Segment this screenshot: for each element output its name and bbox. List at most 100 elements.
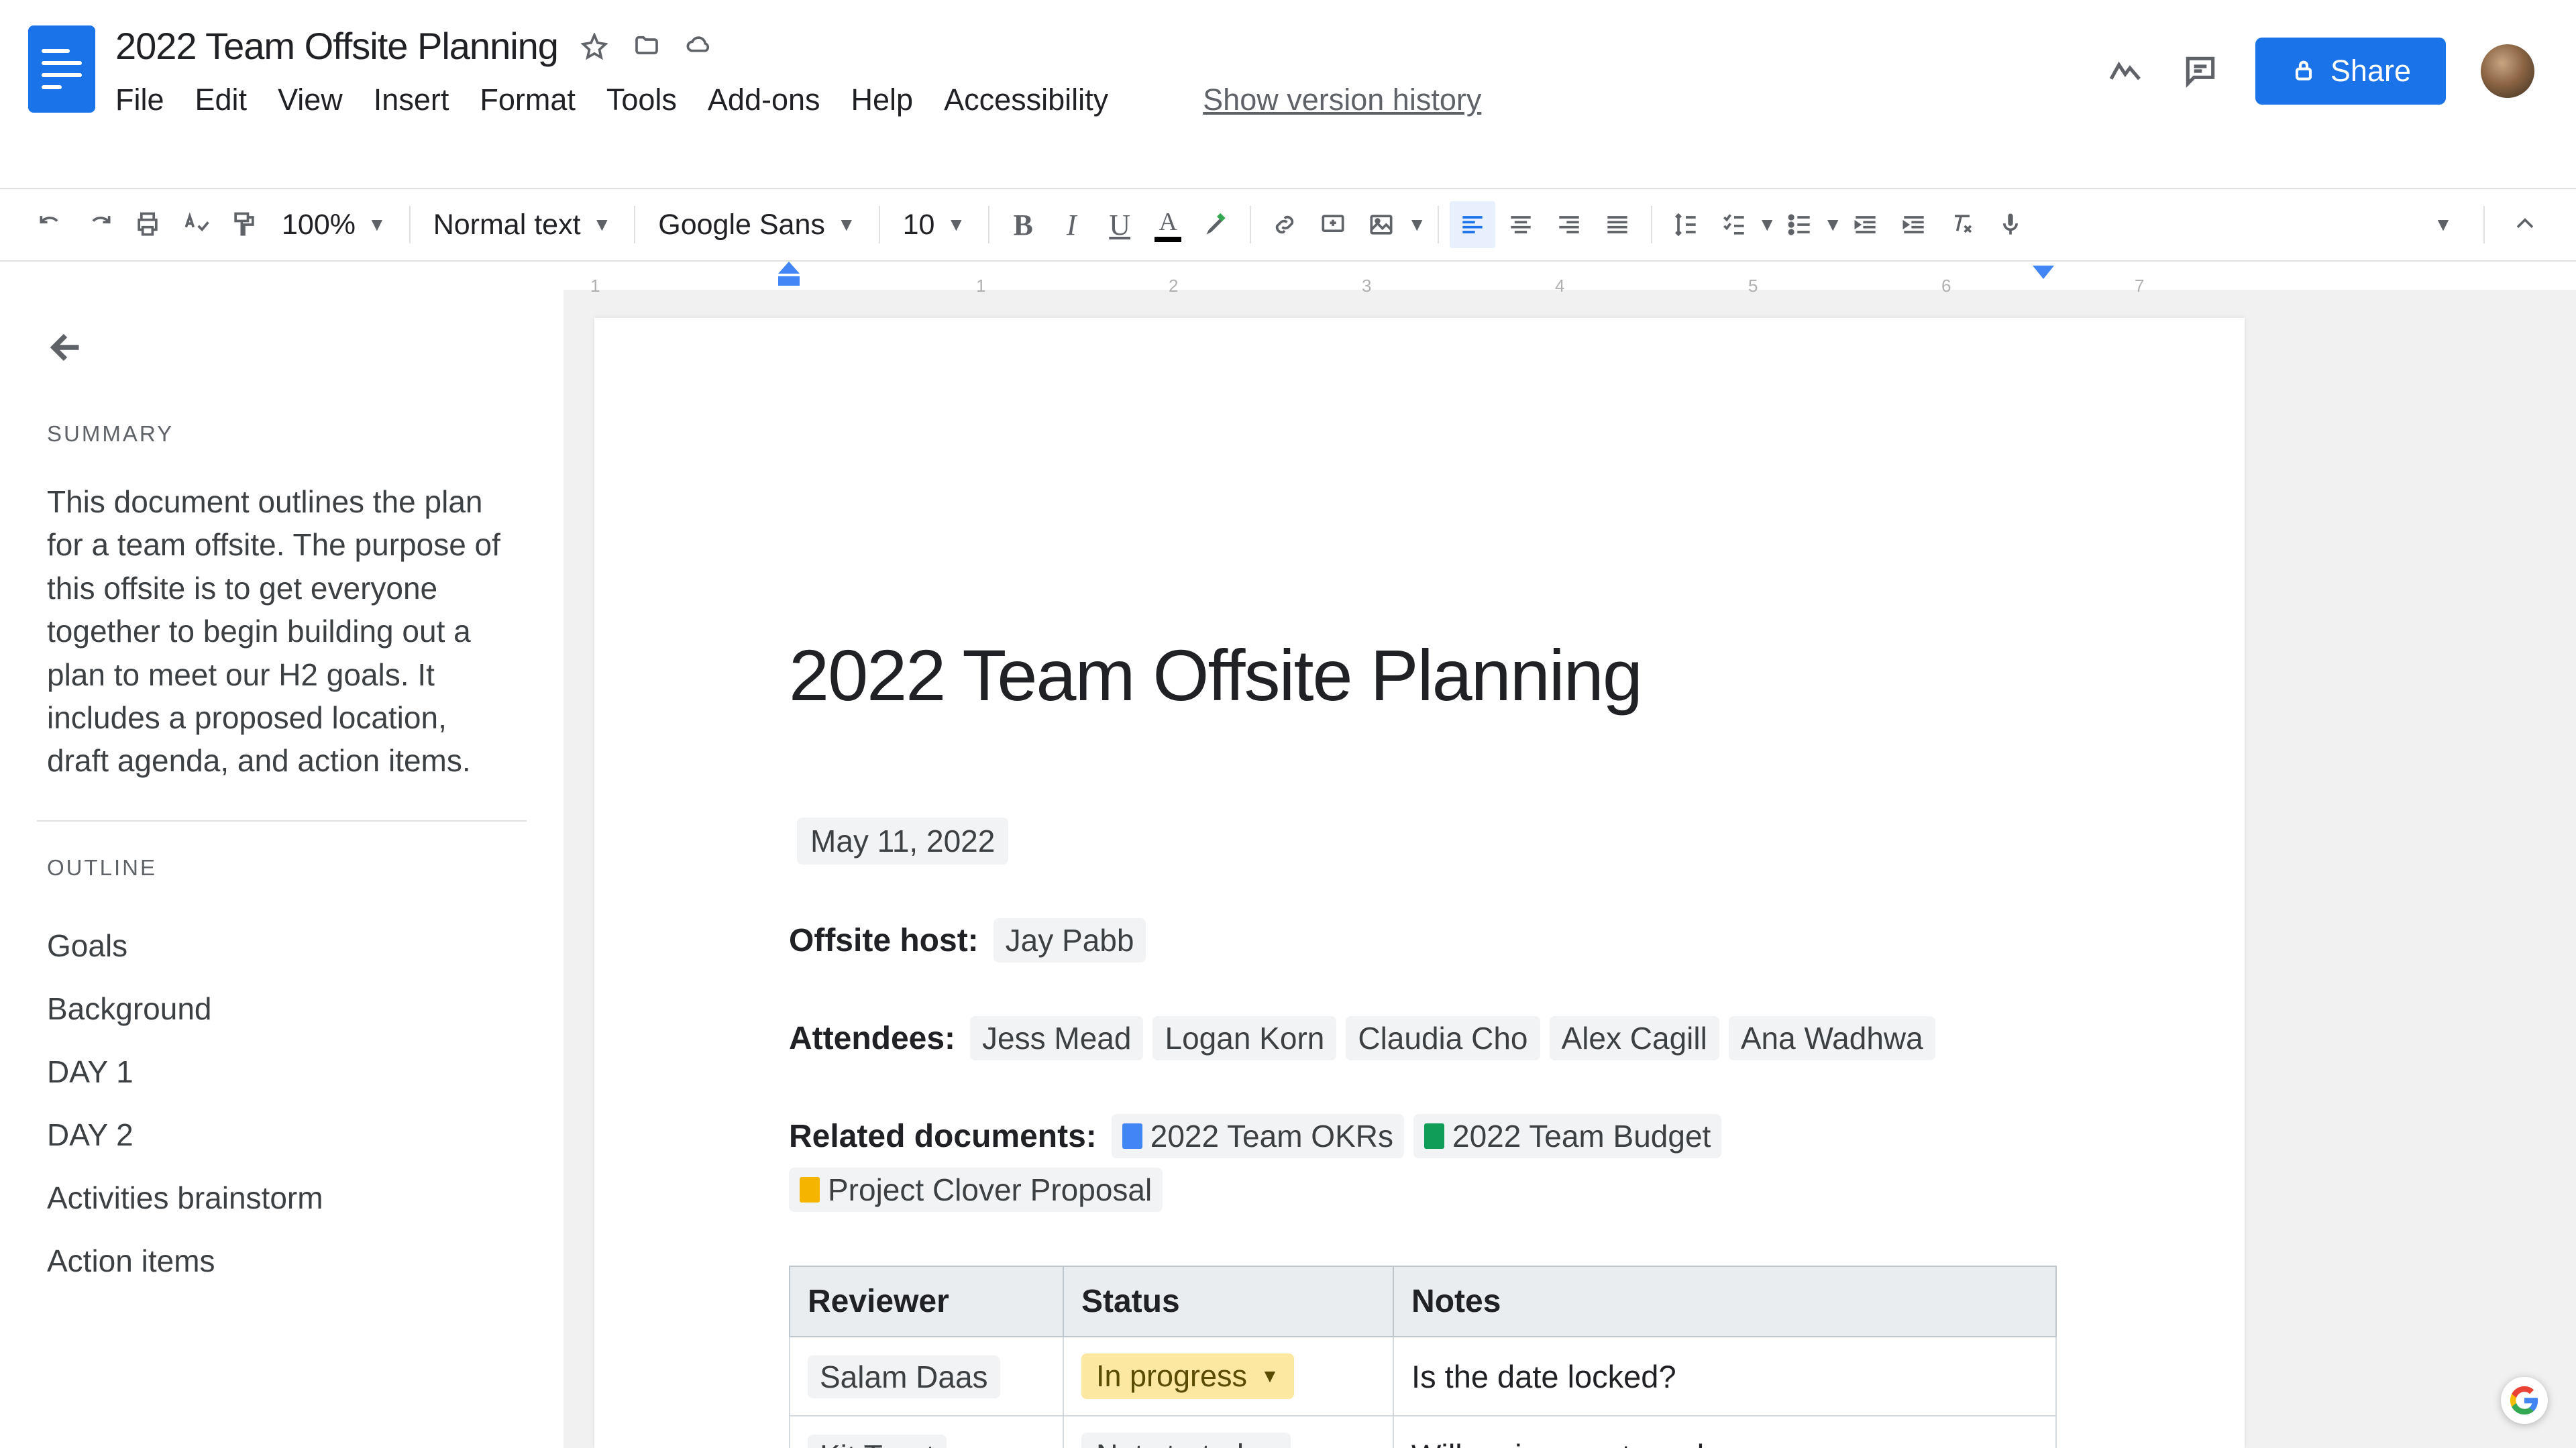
print-button[interactable] [125, 201, 170, 248]
share-button[interactable]: Share [2255, 38, 2446, 105]
host-chip[interactable]: Jay Pabb [994, 918, 1146, 962]
attendee-chip[interactable]: Alex Cagill [1550, 1016, 1719, 1060]
checklist-button[interactable] [1711, 201, 1757, 248]
menu-addons[interactable]: Add-ons [708, 82, 820, 117]
paint-format-button[interactable] [221, 201, 267, 248]
outdent-button[interactable] [1843, 201, 1888, 248]
attendee-chip[interactable]: Logan Korn [1152, 1016, 1336, 1060]
menu-insert[interactable]: Insert [374, 82, 449, 117]
redo-button[interactable] [76, 201, 122, 248]
outline-item[interactable]: DAY 1 [47, 1040, 517, 1103]
comment-history-icon[interactable] [2180, 51, 2220, 91]
image-dropdown[interactable]: ▼ [1407, 201, 1427, 248]
status-chip[interactable]: Not started ▼ [1081, 1433, 1291, 1448]
undo-button[interactable] [28, 201, 74, 248]
bullet-list-dropdown[interactable]: ▼ [1825, 201, 1840, 248]
summary-label: SUMMARY [47, 421, 517, 447]
menu-format[interactable]: Format [480, 82, 576, 117]
status-chip[interactable]: In progress ▼ [1081, 1353, 1294, 1399]
notes-cell[interactable]: Is the date locked? [1393, 1337, 2056, 1416]
style-select[interactable]: Normal text▼ [421, 209, 624, 241]
notes-cell[interactable]: Will review next week [1393, 1416, 2056, 1448]
link-button[interactable] [1262, 201, 1307, 248]
highlight-button[interactable] [1193, 201, 1239, 248]
attendee-chip[interactable]: Claudia Cho [1346, 1016, 1540, 1060]
indent-top-marker[interactable] [778, 262, 800, 274]
spellcheck-button[interactable] [173, 201, 219, 248]
date-chip[interactable]: May 11, 2022 [797, 818, 1008, 865]
chevron-down-icon: ▼ [1260, 1366, 1279, 1387]
toolbar: 100%▼ Normal text▼ Google Sans▼ 10▼ B I … [0, 188, 2576, 262]
font-select[interactable]: Google Sans▼ [646, 209, 867, 241]
underline-button[interactable]: U [1097, 201, 1142, 248]
menu-accessibility[interactable]: Accessibility [944, 82, 1108, 117]
outline-item[interactable]: Activities brainstorm [47, 1166, 517, 1229]
clear-format-button[interactable] [1939, 201, 1985, 248]
divider [37, 820, 527, 822]
more-button[interactable]: ▼ [2420, 201, 2466, 248]
related-doc-chip[interactable]: 2022 Team Budget [1413, 1114, 1721, 1158]
back-button[interactable] [47, 327, 87, 368]
voice-type-button[interactable] [1988, 201, 2033, 248]
host-label: Offsite host: [789, 922, 979, 959]
menu-edit[interactable]: Edit [195, 82, 248, 117]
user-avatar[interactable] [2481, 44, 2534, 98]
text-color-button[interactable]: A [1145, 201, 1191, 248]
collapse-button[interactable] [2502, 201, 2548, 248]
outline-item[interactable]: DAY 2 [47, 1103, 517, 1166]
menu-bar: File Edit View Insert Format Tools Add-o… [115, 68, 2105, 117]
document-heading[interactable]: 2022 Team Offsite Planning [789, 633, 2057, 717]
attendee-chip[interactable]: Jess Mead [970, 1016, 1143, 1060]
menu-file[interactable]: File [115, 82, 164, 117]
docs-logo-icon[interactable] [28, 25, 95, 113]
chevron-down-icon: ▼ [947, 214, 965, 235]
menu-help[interactable]: Help [851, 82, 914, 117]
checklist-dropdown[interactable]: ▼ [1760, 201, 1774, 248]
activity-icon[interactable] [2105, 51, 2145, 91]
line-spacing-button[interactable] [1663, 201, 1709, 248]
fontsize-select[interactable]: 10▼ [891, 209, 978, 241]
related-doc-chip[interactable]: Project Clover Proposal [789, 1168, 1163, 1212]
attendee-chip[interactable]: Ana Wadhwa [1729, 1016, 1935, 1060]
align-center-button[interactable] [1498, 201, 1544, 248]
separator [1438, 206, 1439, 243]
summary-text: This document outlines the plan for a te… [47, 480, 517, 783]
review-table: ReviewerStatusNotes Salam DaasIn progres… [789, 1266, 2057, 1448]
bullet-list-button[interactable] [1777, 201, 1823, 248]
document-title[interactable]: 2022 Team Offsite Planning [115, 24, 558, 68]
align-justify-button[interactable] [1595, 201, 1640, 248]
related-label: Related documents: [789, 1118, 1097, 1155]
document-canvas[interactable]: 2022 Team Offsite Planning May 11, 2022 … [564, 290, 2576, 1448]
outline-item[interactable]: Action items [47, 1229, 517, 1292]
indent-bottom-marker[interactable] [778, 276, 800, 286]
align-right-button[interactable] [1546, 201, 1592, 248]
google-badge-icon[interactable] [2501, 1377, 2548, 1424]
related-doc-chip[interactable]: 2022 Team OKRs [1112, 1114, 1404, 1158]
outline-item[interactable]: Goals [47, 914, 517, 977]
italic-button[interactable]: I [1049, 201, 1094, 248]
table-row: Salam Daas In progress ▼ Is the date locke… [790, 1337, 2056, 1416]
chevron-down-icon: ▼ [368, 214, 386, 235]
version-history-link[interactable]: Show version history [1203, 82, 1481, 117]
bold-button[interactable]: B [1000, 201, 1046, 248]
image-button[interactable] [1358, 201, 1404, 248]
move-folder-icon[interactable] [631, 30, 663, 62]
separator [879, 206, 880, 243]
right-margin-marker[interactable] [2033, 266, 2054, 279]
ruler[interactable]: 1 1 2 3 4 5 6 7 [0, 262, 2576, 290]
chevron-down-icon: ▼ [1257, 1445, 1276, 1448]
zoom-select[interactable]: 100%▼ [270, 209, 398, 241]
outline-item[interactable]: Background [47, 977, 517, 1040]
reviewer-chip[interactable]: Kit Trant [808, 1435, 947, 1448]
separator [1651, 206, 1652, 243]
comment-button[interactable] [1310, 201, 1356, 248]
cloud-status-icon[interactable] [683, 30, 715, 62]
star-icon[interactable] [578, 30, 610, 62]
align-left-button[interactable] [1450, 201, 1495, 248]
chevron-down-icon: ▼ [1407, 214, 1426, 235]
menu-view[interactable]: View [278, 82, 343, 117]
page[interactable]: 2022 Team Offsite Planning May 11, 2022 … [594, 318, 2245, 1448]
reviewer-chip[interactable]: Salam Daas [808, 1355, 1000, 1398]
menu-tools[interactable]: Tools [606, 82, 677, 117]
indent-button[interactable] [1891, 201, 1937, 248]
